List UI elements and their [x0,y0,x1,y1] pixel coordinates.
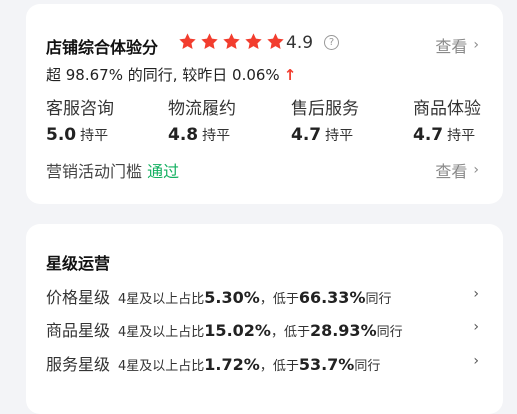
star-rating [178,32,288,52]
metric-trend: 持平 [325,128,354,144]
chevron-right-icon: › [473,286,479,302]
threshold-label: 营销活动门槛 通过 [46,162,180,181]
chevron-right-icon: › [473,319,479,335]
store-score-card: 店铺综合体验分 4.9 ? 查看 › 超 98.67% 的同行, 较昨日 0.0… [26,4,503,204]
threshold-status: 通过 [147,162,180,181]
metric-value: 4.8 [168,125,199,145]
metric-value: 5.0 [46,125,77,145]
metric-trend: 持平 [80,128,109,144]
metric-label: 售后服务 [291,99,359,119]
star-row-service[interactable]: 服务星级 4星及以上占比 1.72% ，低于 53.7% 同行 › [46,351,483,375]
star-operation-title: 星级运营 [46,254,111,273]
arrow-up-icon: ↑ [283,65,297,84]
metric-trend: 持平 [447,128,476,144]
star-icon [178,32,198,52]
view-label: 查看 [435,37,468,56]
chevron-right-icon: › [473,353,479,369]
score-title: 店铺综合体验分 [46,38,159,57]
comparison-text: 超 98.67% 的同行, 较昨日 0.06% [46,66,280,84]
score-metrics: 客服咨询 5.0 持平 物流履约 4.8 持平 售后服务 4.7 持平 商品体验 4.… [46,94,486,145]
star-icon [244,32,264,52]
chevron-right-icon: › [473,37,479,53]
view-label: 查看 [435,162,468,181]
metric-product-experience[interactable]: 商品体验 4.7 持平 [413,94,481,145]
score-view-link[interactable]: 查看 › [435,33,479,57]
metric-label: 物流履约 [168,99,236,119]
metric-trend: 持平 [202,128,231,144]
metric-after-sales[interactable]: 售后服务 4.7 持平 [291,94,359,145]
star-operation-card: 星级运营 价格星级 4星及以上占比 5.30% ，低于 66.33% 同行 › 商品星级… [26,224,503,414]
score-value: 4.9 [286,33,314,53]
row-label: 服务星级 [46,355,111,374]
row-label: 商品星级 [46,321,111,340]
metric-logistics[interactable]: 物流履约 4.8 持平 [168,94,236,145]
metric-label: 商品体验 [413,99,481,119]
marketing-threshold: 营销活动门槛 通过 查看 › [46,158,483,182]
star-icon [266,32,286,52]
chevron-right-icon: › [473,162,479,178]
metric-customer-service[interactable]: 客服咨询 5.0 持平 [46,94,114,145]
row-label: 价格星级 [46,288,111,307]
score-header: 店铺综合体验分 4.9 ? 查看 › [46,32,483,58]
star-row-price[interactable]: 价格星级 4星及以上占比 5.30% ，低于 66.33% 同行 › [46,284,483,308]
star-icon [222,32,242,52]
help-icon[interactable]: ? [324,35,339,50]
peer-comparison: 超 98.67% 的同行, 较昨日 0.06% ↑ [46,64,296,85]
star-icon [200,32,220,52]
metric-value: 4.7 [291,125,322,145]
metric-label: 客服咨询 [46,99,114,119]
threshold-view-link[interactable]: 查看 › [435,158,479,182]
metric-value: 4.7 [413,125,444,145]
star-row-product[interactable]: 商品星级 4星及以上占比 15.02% ，低于 28.93% 同行 › [46,317,483,341]
